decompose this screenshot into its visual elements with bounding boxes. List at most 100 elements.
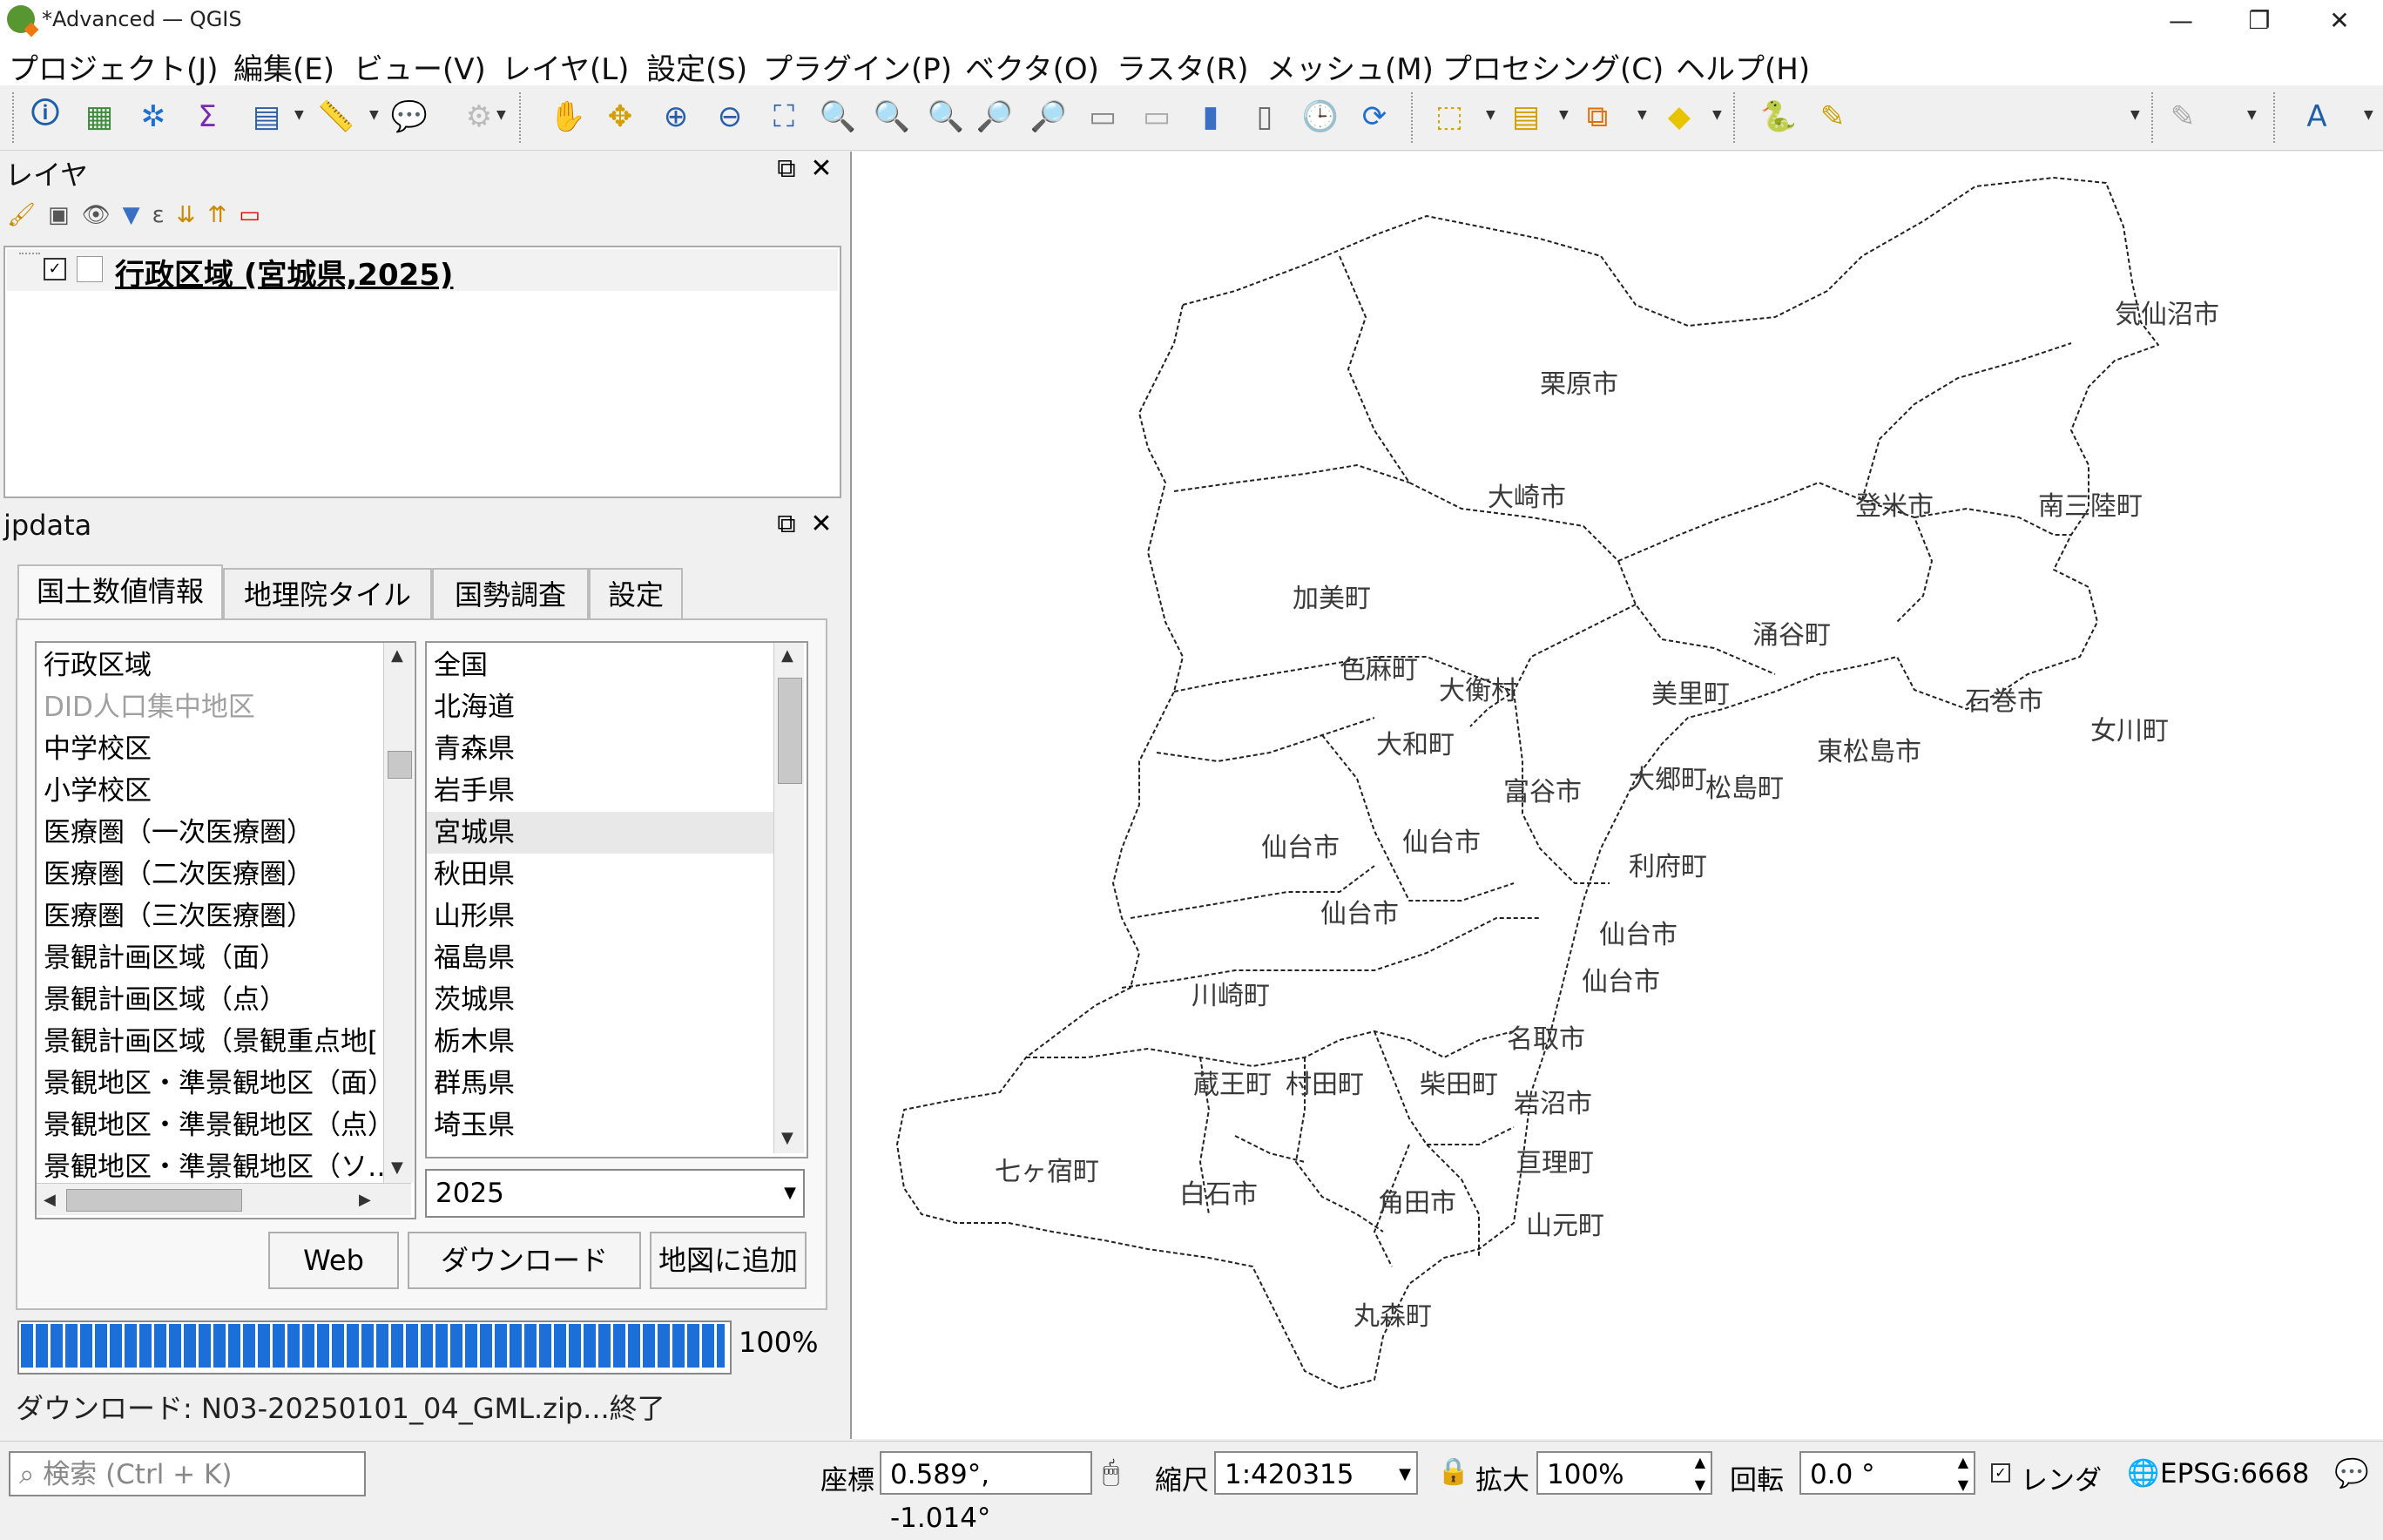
menu-raster[interactable]: ラスタ(R): [1117, 45, 1248, 88]
prefecture-item[interactable]: 青森県: [427, 728, 779, 770]
advanced-digitize-icon[interactable]: ✎: [2162, 96, 2204, 138]
remove-layer-icon[interactable]: ▭: [239, 202, 273, 228]
dataset-item[interactable]: 医療圏（二次医療圏）: [44, 854, 314, 895]
menu-layer[interactable]: レイヤ(L): [502, 45, 629, 88]
scroll-down-icon[interactable]: ▼: [781, 1129, 793, 1147]
magnifier-spinbox[interactable]: 100% ▲ ▼: [1536, 1451, 1712, 1495]
menu-view[interactable]: ビュー(V): [354, 45, 486, 88]
chevron-down-icon[interactable]: ▼: [369, 108, 379, 122]
new-map-view-icon[interactable]: ▮: [1190, 96, 1232, 138]
prefecture-item[interactable]: 茨城県: [427, 979, 779, 1021]
filter-icon[interactable]: ▼: [123, 202, 152, 228]
tab-census[interactable]: 国勢調査: [432, 568, 589, 620]
dataset-item[interactable]: 医療圏（一次医療圏）: [44, 812, 314, 854]
menu-help[interactable]: ヘルプ(H): [1676, 45, 1810, 88]
float-panel-icon[interactable]: ⧉: [772, 153, 801, 184]
label-tool-icon[interactable]: A: [2296, 96, 2338, 138]
year-select[interactable]: 2025 ▼: [425, 1169, 805, 1218]
visibility-eye-icon[interactable]: 👁: [82, 202, 123, 228]
open-table-icon[interactable]: ▤: [246, 96, 287, 138]
chevron-down-icon[interactable]: ▼: [1637, 108, 1647, 122]
attribute-table-icon[interactable]: ▦: [78, 96, 120, 138]
chevron-down-icon[interactable]: ▼: [2130, 108, 2140, 122]
dataset-item[interactable]: 景観計画区域（点）: [44, 979, 287, 1021]
close-panel-icon[interactable]: ✕: [807, 153, 836, 184]
spin-down-icon[interactable]: ▼: [1958, 1463, 1968, 1507]
expression-filter-icon[interactable]: ε: [152, 202, 177, 228]
prefecture-item[interactable]: 北海道: [427, 686, 779, 728]
temporal-clock-icon[interactable]: 🕒: [1300, 96, 1341, 138]
tab-kokudo[interactable]: 国土数値情報: [17, 564, 223, 622]
prefecture-list[interactable]: 全国 北海道 青森県 岩手県 宮城県 秋田県 山形県 福島県 茨城県 栃木県 群馬県 埼玉県: [425, 641, 808, 1158]
zoom-out-icon[interactable]: ⊖: [709, 96, 751, 138]
prefecture-item[interactable]: 全国: [427, 645, 779, 686]
float-panel-icon[interactable]: ⧉: [772, 509, 801, 539]
scroll-left-icon[interactable]: ◀: [44, 1191, 56, 1209]
web-button[interactable]: Web: [268, 1232, 399, 1289]
zoom-to-layer-icon[interactable]: 🔍: [871, 96, 913, 138]
menu-plugins[interactable]: プラグイン(P): [763, 45, 952, 88]
map-canvas[interactable]: 気仙沼市 栗原市 大崎市 登米市 南三陸町 加美町 涌谷町 色麻町 大衡村 美里町 石巻市 女川町 大和…: [850, 152, 2383, 1439]
locator-search-input[interactable]: ⌕ 検索 (Ctrl + K): [9, 1451, 366, 1496]
prefecture-item[interactable]: 群馬県: [427, 1063, 779, 1104]
download-button[interactable]: ダウンロード: [408, 1232, 641, 1289]
prefecture-list-scrollbar[interactable]: ▲ ▼: [773, 643, 804, 1153]
statistics-sigma-icon[interactable]: Σ: [186, 96, 228, 138]
crs-button[interactable]: EPSG:6668: [2160, 1458, 2309, 1489]
zoom-native-icon[interactable]: 🔍: [925, 96, 967, 138]
prefecture-item[interactable]: 福島県: [427, 937, 779, 979]
dataset-hscrollbar[interactable]: ◀ ▶: [37, 1183, 411, 1215]
zoom-disabled-icon[interactable]: ⚙: [458, 96, 500, 138]
dataset-list-scrollbar[interactable]: ▲ ▼: [383, 643, 414, 1183]
zoom-next-icon[interactable]: 🔎: [1028, 96, 1070, 138]
tab-gsi-tiles[interactable]: 地理院タイル: [223, 568, 432, 620]
coordinate-field[interactable]: 0.589°, -1.014°: [880, 1451, 1092, 1534]
zoom-last-icon[interactable]: 🔎: [974, 96, 1016, 138]
chevron-down-icon[interactable]: ▼: [2247, 108, 2257, 122]
pan-to-selection-icon[interactable]: ✥: [599, 96, 641, 138]
chevron-down-icon[interactable]: ▼: [1712, 108, 1722, 122]
edit-selection-icon[interactable]: ◆: [1658, 96, 1700, 138]
tab-settings[interactable]: 設定: [589, 568, 683, 620]
dataset-item[interactable]: 行政区域: [44, 645, 152, 686]
zoom-in-icon[interactable]: ⊕: [655, 96, 697, 138]
menu-edit[interactable]: 編集(E): [233, 45, 334, 88]
measure-icon[interactable]: 📏: [315, 96, 357, 138]
chevron-down-icon[interactable]: ▼: [2364, 108, 2373, 122]
pan-hand-icon[interactable]: ✋: [547, 96, 589, 138]
scroll-up-icon[interactable]: ▲: [391, 646, 403, 665]
spin-down-icon[interactable]: ▼: [1695, 1463, 1705, 1507]
refresh-icon[interactable]: ⟳: [1354, 96, 1395, 138]
maximize-button[interactable]: ❐: [2233, 3, 2285, 38]
menu-processing[interactable]: プロセシング(C): [1442, 45, 1664, 88]
prefecture-item[interactable]: 埼玉県: [427, 1104, 779, 1146]
dataset-item[interactable]: 中学校区: [44, 728, 152, 770]
zoom-full-icon[interactable]: ⛶: [763, 96, 805, 138]
dataset-item[interactable]: DID人口集中地区: [44, 686, 255, 728]
layer-visibility-checkbox[interactable]: ✓: [44, 258, 66, 280]
identify-icon[interactable]: 🛈: [24, 96, 66, 138]
add-to-map-button[interactable]: 地図に追加: [650, 1232, 807, 1289]
minimize-button[interactable]: —: [2155, 3, 2207, 38]
select-features-icon[interactable]: ⬚: [1428, 96, 1470, 138]
dataset-item[interactable]: 小学校区: [44, 770, 152, 812]
chevron-down-icon[interactable]: ▼: [496, 108, 506, 122]
prefecture-item[interactable]: 栃木県: [427, 1021, 779, 1063]
chevron-down-icon[interactable]: ▼: [294, 108, 304, 122]
chevron-down-icon[interactable]: ▼: [1486, 108, 1495, 122]
messages-icon[interactable]: 💬: [2334, 1456, 2369, 1489]
prefecture-item[interactable]: 岩手県: [427, 770, 779, 812]
scroll-up-icon[interactable]: ▲: [781, 646, 793, 665]
crs-globe-icon[interactable]: 🌐: [2127, 1458, 2159, 1489]
dataset-item[interactable]: 景観地区・準景観地区（点）: [44, 1104, 395, 1146]
show-bookmarks-icon[interactable]: ▭: [1136, 96, 1178, 138]
digitize-pencil-icon[interactable]: ✎: [1812, 96, 1853, 138]
scroll-right-icon[interactable]: ▶: [359, 1191, 371, 1209]
menu-mesh[interactable]: メッシュ(M): [1266, 45, 1434, 88]
menu-vector[interactable]: ベクタ(O): [965, 45, 1099, 88]
dataset-list[interactable]: 行政区域 DID人口集中地区 中学校区 小学校区 医療圏（一次医療圏） 医療圏（二次医療圏…: [35, 641, 416, 1219]
lock-scale-icon[interactable]: 🔒: [1437, 1456, 1469, 1487]
close-window-button[interactable]: ✕: [2313, 3, 2366, 38]
map-tips-icon[interactable]: 💬: [388, 96, 430, 138]
scroll-down-icon[interactable]: ▼: [391, 1158, 403, 1177]
